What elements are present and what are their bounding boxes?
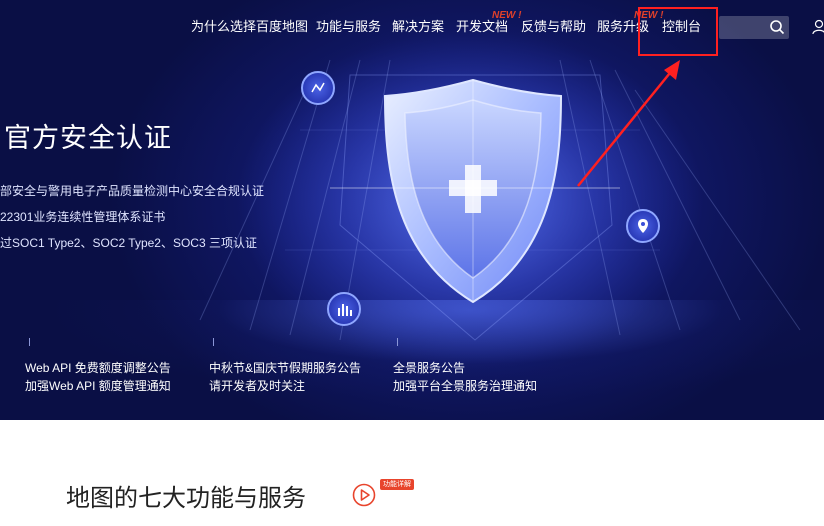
user-icon[interactable] — [812, 19, 824, 35]
notice-subtitle[interactable]: 请开发者及时关注 — [209, 377, 305, 394]
new-tag: NEW ! — [492, 10, 522, 21]
feature-detail-tag[interactable]: 功能详解 — [380, 479, 414, 490]
highlight-box — [638, 7, 718, 56]
notice-divider — [213, 338, 214, 346]
nav-item-why-baidu-map[interactable]: 为什么选择百度地图 — [191, 17, 308, 37]
section-title: 地图的七大功能与服务 — [66, 485, 306, 512]
hero-banner: 官方安全认证 部安全与警用电子产品质量检测中心安全合规认证 22301业务连续性… — [0, 0, 824, 420]
search-icon[interactable] — [769, 19, 785, 35]
notice-divider — [29, 338, 30, 346]
hero-bullet: 过SOC1 Type2、SOC2 Type2、SOC3 三项认证 — [0, 236, 257, 250]
notice-title[interactable]: Web API 免费额度调整公告 — [25, 359, 171, 376]
hero-bullet: 22301业务连续性管理体系证书 — [0, 210, 166, 224]
hero-title: 官方安全认证 — [4, 123, 172, 153]
hero-bullet: 部安全与警用电子产品质量检测中心安全合规认证 — [0, 184, 265, 198]
search-input[interactable] — [719, 16, 789, 39]
play-icon[interactable] — [352, 483, 376, 507]
bars-badge-icon — [327, 292, 361, 326]
notice-subtitle[interactable]: 加强Web API 额度管理通知 — [25, 377, 171, 394]
notice-title[interactable]: 中秋节&国庆节假期服务公告 — [209, 359, 361, 376]
notice-divider — [397, 338, 398, 346]
nav-item-solutions[interactable]: 解决方案 — [392, 17, 444, 37]
location-badge-icon — [626, 209, 660, 243]
notice-subtitle[interactable]: 加强平台全景服务治理通知 — [393, 377, 537, 394]
chart-badge-icon — [301, 71, 335, 105]
nav-item-feedback-help[interactable]: 反馈与帮助 — [521, 17, 586, 37]
notice-title[interactable]: 全景服务公告 — [393, 359, 465, 376]
nav-item-features-services[interactable]: 功能与服务 — [316, 17, 381, 37]
